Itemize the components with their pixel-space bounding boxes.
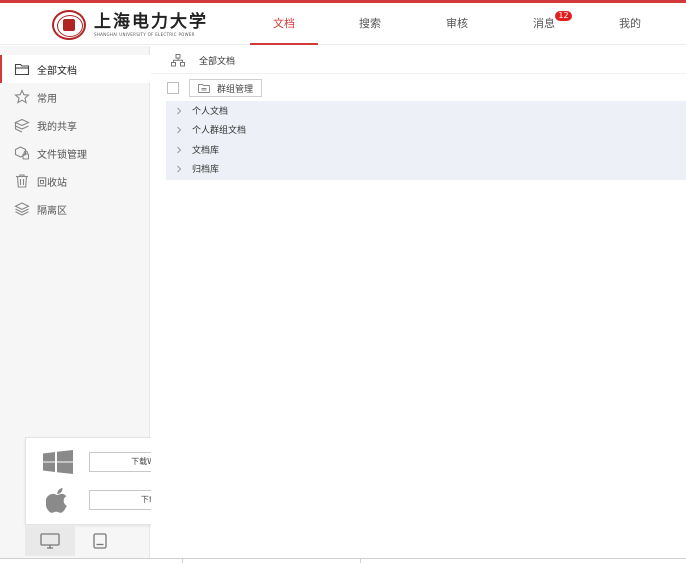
chevron-right-icon <box>177 126 182 133</box>
toolbar: 群组管理 <box>167 78 263 98</box>
sidebar-item-label: 回收站 <box>37 177 67 189</box>
university-logo[interactable]: 上海电力大学 SHANGHAI UNIVERSITY OF ELECTRIC P… <box>52 10 208 40</box>
nav-tab-label: 我的 <box>619 17 641 30</box>
nav-tab-documents[interactable]: 文档 <box>244 3 324 45</box>
desktop-monitor-icon <box>40 533 60 549</box>
group-folder-icon <box>198 84 210 93</box>
sidebar-item-label: 文件锁管理 <box>37 149 87 161</box>
bottom-border <box>0 558 686 559</box>
star-icon <box>14 89 30 104</box>
nav-tab-label: 审核 <box>446 17 468 30</box>
sidebar-item-file-locks[interactable]: 文件锁管理 <box>0 139 150 167</box>
document-tree: 个人文档 个人群组文档 文档库 归档库 <box>166 101 686 180</box>
sidebar-item-frequent[interactable]: 常用 <box>0 83 150 111</box>
group-manage-label: 群组管理 <box>217 84 254 95</box>
tree-item-label: 个人群组文档 <box>192 126 247 136</box>
sidebar-item-label: 我的共享 <box>37 121 77 133</box>
sidebar-item-all-documents[interactable]: 全部文档 <box>0 55 150 83</box>
sidebar-item-label: 常用 <box>37 93 57 105</box>
tree-item-personal-docs[interactable]: 个人文档 <box>166 101 686 120</box>
nav-tab-label: 搜索 <box>359 17 381 30</box>
chevron-right-icon <box>177 146 182 153</box>
tree-item-label: 个人文档 <box>192 107 229 117</box>
university-seal-icon <box>52 10 86 40</box>
sitemap-icon <box>171 53 185 66</box>
nav-tab-label: 消息 <box>533 17 555 30</box>
tree-item-label: 归档库 <box>192 165 220 175</box>
tree-item-archive[interactable]: 归档库 <box>166 159 686 178</box>
mobile-tab[interactable] <box>75 526 125 556</box>
breadcrumb-current[interactable]: 全部文档 <box>199 54 235 67</box>
sidebar-item-recycle-bin[interactable]: 回收站 <box>0 167 150 195</box>
sidebar-item-my-shares[interactable]: 我的共享 <box>0 111 150 139</box>
logo-title: 上海电力大学 <box>94 12 208 32</box>
main-content: 全部文档 群组管理 个人文档 个人群组文档 文档库 归档库 <box>151 46 686 558</box>
device-tabs <box>25 526 150 556</box>
nav-tab-label: 文档 <box>273 17 295 30</box>
tree-item-personal-group-docs[interactable]: 个人群组文档 <box>166 120 686 139</box>
sidebar-item-label: 隔离区 <box>37 205 67 217</box>
nav-tab-review[interactable]: 审核 <box>417 3 497 45</box>
tree-item-doc-library[interactable]: 文档库 <box>166 140 686 159</box>
apple-logo-icon <box>40 487 76 513</box>
trash-icon <box>16 174 28 188</box>
nav-tab-messages[interactable]: 消息 12 <box>504 3 584 45</box>
nav-tab-search[interactable]: 搜索 <box>330 3 410 45</box>
nav-tab-mine[interactable]: 我的 <box>590 3 670 45</box>
layers-icon <box>14 202 30 216</box>
logo-subtitle: SHANGHAI UNIVERSITY OF ELECTRIC POWER <box>94 32 195 37</box>
desktop-tab[interactable] <box>25 526 75 556</box>
message-count-badge: 12 <box>555 11 572 21</box>
breadcrumb: 全部文档 <box>171 52 235 68</box>
windows-logo-icon <box>40 449 76 475</box>
sidebar-item-quarantine[interactable]: 隔离区 <box>0 195 150 223</box>
sidebar-item-label: 全部文档 <box>37 65 77 77</box>
lock-icon <box>14 146 30 160</box>
group-manage-button[interactable]: 群组管理 <box>189 79 263 97</box>
tablet-icon <box>93 533 107 549</box>
share-icon <box>14 118 30 133</box>
chevron-right-icon <box>177 107 182 114</box>
header: 上海电力大学 SHANGHAI UNIVERSITY OF ELECTRIC P… <box>0 3 686 45</box>
select-all-checkbox[interactable] <box>167 82 179 94</box>
tree-item-label: 文档库 <box>192 146 220 156</box>
chevron-right-icon <box>177 165 182 172</box>
folder-icon <box>14 63 30 76</box>
